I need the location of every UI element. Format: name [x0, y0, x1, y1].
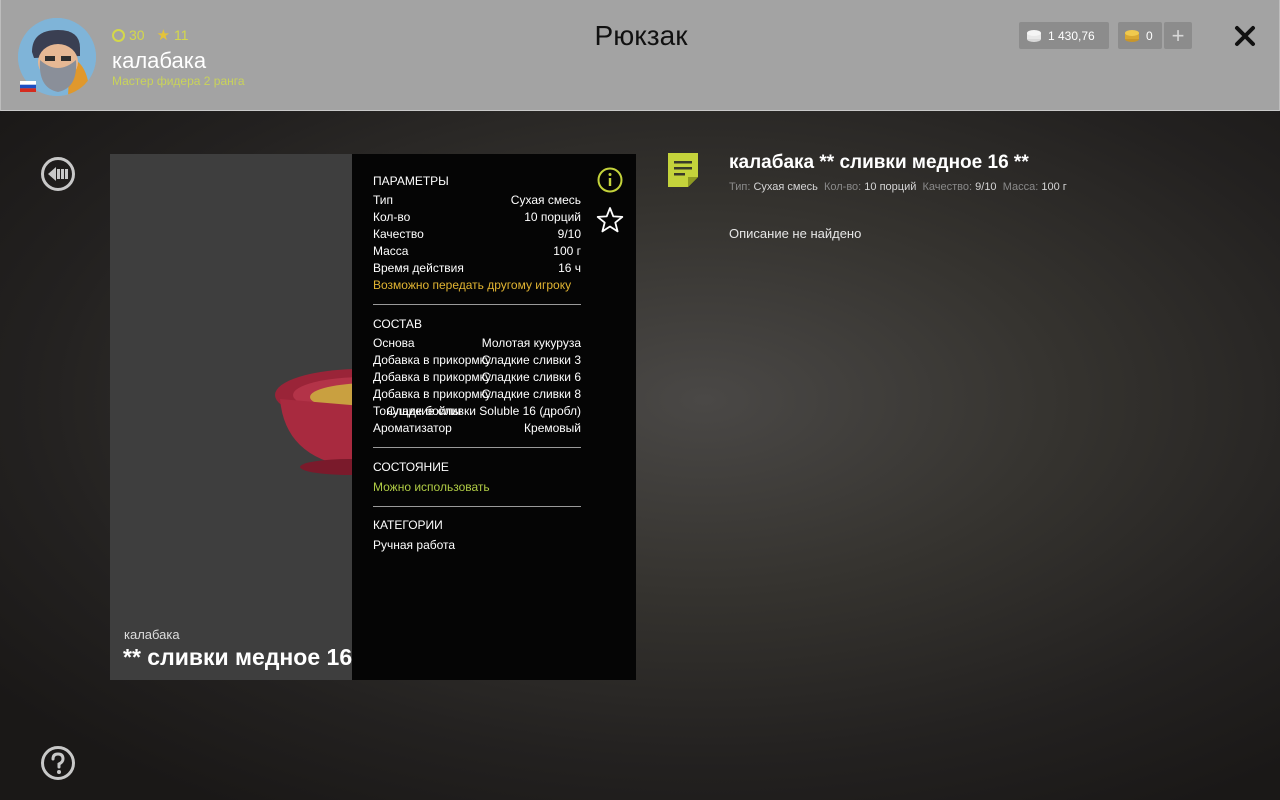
gold-balance[interactable]: 0 [1118, 22, 1162, 49]
param-value: 9/10 [557, 227, 581, 241]
divider [373, 447, 581, 448]
param-row: Время действия 16 ч [373, 260, 581, 277]
param-value: Сухая смесь [510, 193, 581, 207]
composition-row: Добавка в прикормку Сладкие сливки 6 [373, 369, 581, 386]
gold-amount: 0 [1146, 28, 1153, 43]
state-title: СОСТОЯНИЕ [373, 460, 449, 474]
item-image-panel: калабака ** сливки медное 16 ** [110, 154, 352, 680]
meta-quality-label: Качество: [922, 181, 973, 193]
meta-qty-label: Кол-во: [823, 181, 862, 193]
composition-title: СОСТАВ [373, 317, 422, 331]
meta-qty-value: 10 порций [864, 181, 917, 193]
param-value: 10 порций [524, 210, 581, 224]
composition-label: Основа [373, 336, 415, 350]
state-section: СОСТОЯНИЕ Можно использовать [373, 460, 581, 494]
parameters-title: ПАРАМЕТРЫ [373, 174, 449, 188]
composition-row: Добавка в прикормку Сладкие сливки 3 [373, 352, 581, 369]
composition-label: Добавка в прикормку [373, 370, 492, 384]
parameters-section: ПАРАМЕТРЫ Тип Сухая смесь Кол-во 10 порций… [373, 174, 581, 294]
item-title: калабака ** сливки медное 16 ** [729, 152, 1029, 173]
composition-row: Основа Молотая кукуруза [373, 335, 581, 352]
meta-type-label: Тип: [729, 181, 751, 193]
transfer-note: Возможно передать другому игроку [373, 278, 572, 292]
image-owner-label: калабака [124, 627, 180, 642]
meta-mass-value: 100 г [1041, 181, 1067, 193]
state-value: Можно использовать [373, 480, 490, 494]
param-label: Масса [373, 244, 409, 258]
param-label: Тип [373, 193, 394, 207]
param-row: Тип Сухая смесь [373, 192, 581, 209]
composition-label: Ароматизатор [373, 421, 452, 435]
param-label: Кол-во [373, 210, 411, 224]
groundbait-bowl-image [275, 369, 352, 475]
divider [373, 506, 581, 507]
player-rank: Мастер фидера 2 ранга [112, 74, 245, 88]
param-label: Качество [373, 227, 424, 241]
divider [373, 304, 581, 305]
silver-coin-icon [1027, 29, 1041, 42]
composition-value: Сладкие сливки 6 [481, 370, 581, 384]
composition-label: Добавка в прикормку [373, 353, 492, 367]
silver-balance[interactable]: 1 430,76 [1019, 22, 1109, 49]
composition-label: Добавка в прикормку [373, 387, 492, 401]
composition-row: Добавка в прикормку Сладкие сливки 8 [373, 386, 581, 403]
composition-section: СОСТАВ Основа Молотая кукуруза Добавка в … [373, 317, 581, 437]
param-row: Кол-во 10 порций [373, 209, 581, 226]
param-value: 100 г [553, 244, 581, 258]
categories-title: КАТЕГОРИИ [373, 518, 443, 532]
add-currency-button[interactable]: + [1164, 22, 1192, 49]
composition-value: Сладкие сливки 3 [481, 353, 581, 367]
param-row: Качество 9/10 [373, 226, 581, 243]
item-description: Описание не найдено [729, 226, 862, 241]
composition-row: Ароматизатор Кремовый [373, 420, 581, 437]
composition-value: Сладкие сливки 8 [481, 387, 581, 401]
categories-value: Ручная работа [373, 538, 456, 552]
item-meta: Тип: Сухая смесь Кол-во: 10 порций Качес… [729, 181, 1067, 193]
image-item-name: ** сливки медное 16 ** [123, 644, 352, 670]
param-row: Масса 100 г [373, 243, 581, 260]
note-icon [668, 153, 698, 187]
param-value: 16 ч [558, 261, 581, 275]
silver-amount: 1 430,76 [1048, 28, 1095, 43]
param-label: Время действия [373, 261, 464, 275]
composition-row: Тонущие бойлы Сладкие сливки Soluble 16 (… [373, 403, 581, 420]
country-flag [20, 81, 36, 92]
gold-coin-icon [1125, 29, 1139, 42]
back-icon[interactable] [40, 156, 76, 192]
composition-value: Молотая кукуруза [481, 336, 581, 350]
meta-type-value: Сухая смесь [753, 181, 818, 193]
meta-quality-value: 9/10 [975, 181, 997, 193]
star-icon[interactable] [596, 206, 624, 234]
top-bar: 30 ★ 11 калабака Мастер фидера 2 ранга Р… [0, 0, 1280, 111]
meta-mass-label: Масса: [1002, 181, 1039, 193]
composition-value: Сладкие сливки Soluble 16 (дробл) [386, 404, 581, 418]
help-icon[interactable] [40, 745, 76, 781]
info-icon[interactable] [597, 167, 623, 193]
close-icon[interactable] [1230, 21, 1260, 51]
item-info-panel: ПАРАМЕТРЫ Тип Сухая смесь Кол-во 10 порций… [352, 154, 636, 680]
composition-value: Кремовый [524, 421, 581, 435]
categories-section: КАТЕГОРИИ Ручная работа [373, 518, 581, 552]
